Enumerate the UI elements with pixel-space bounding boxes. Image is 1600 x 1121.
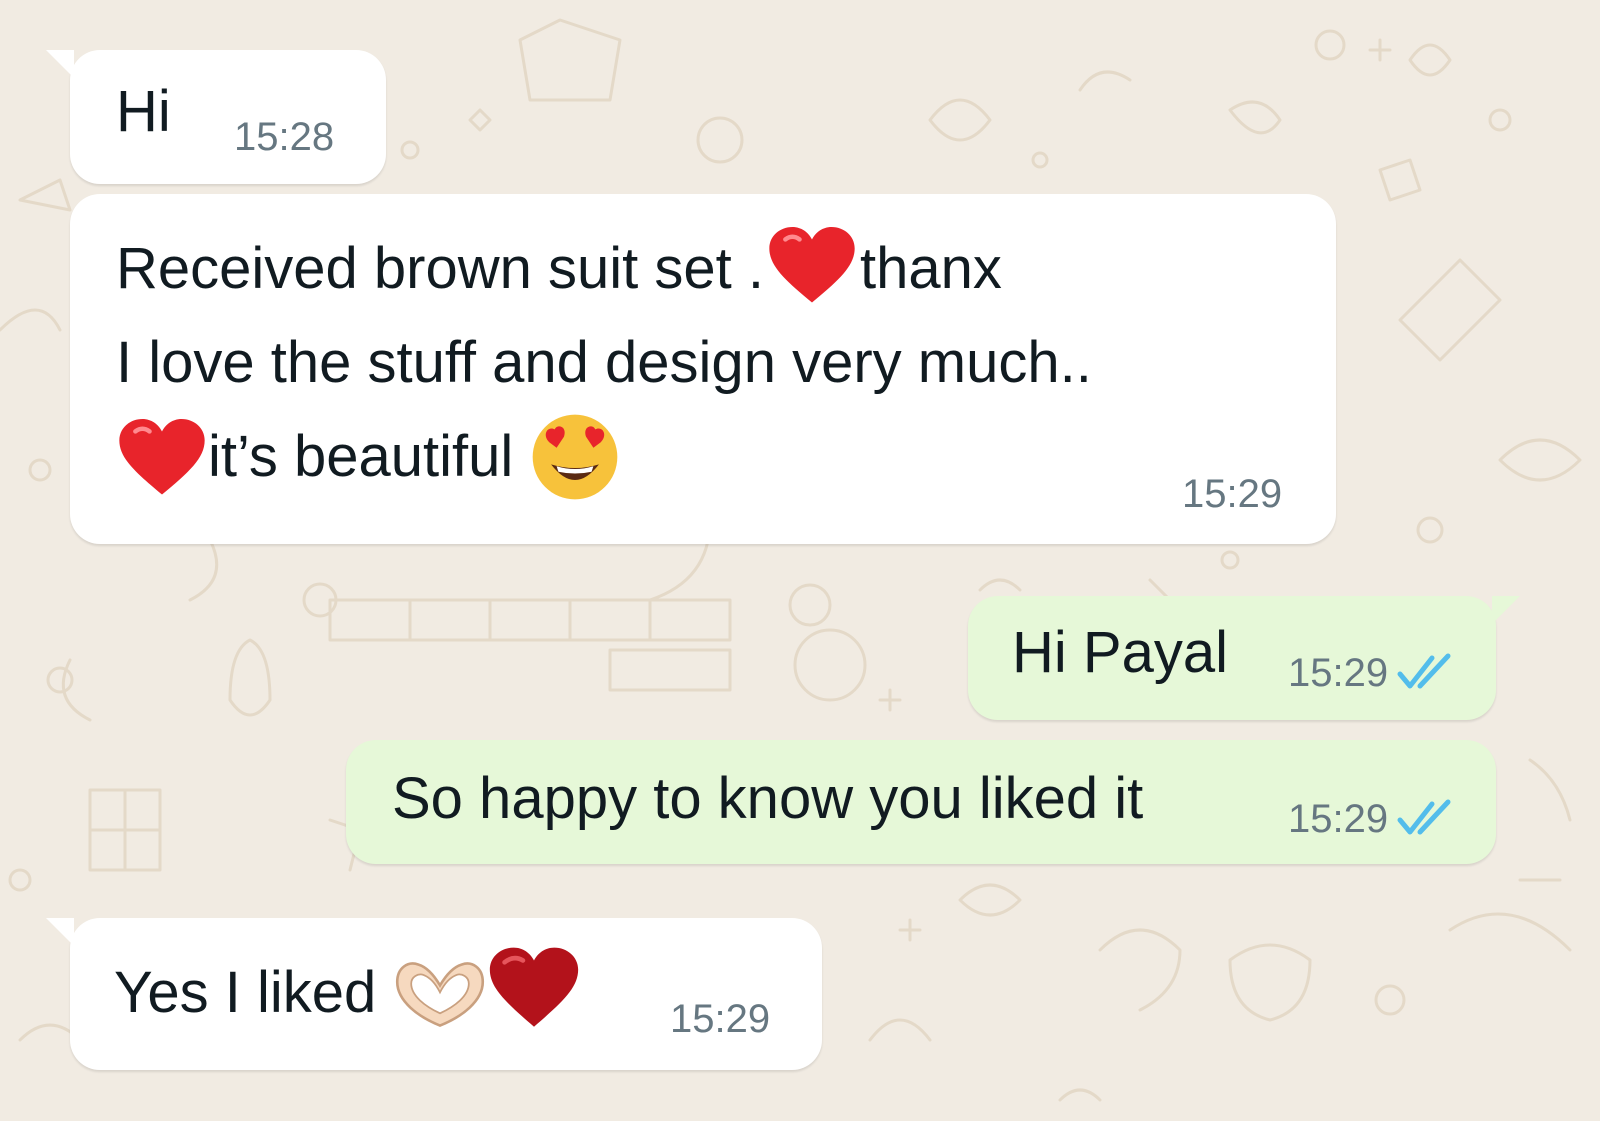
message-timestamp: 15:29 [670, 997, 771, 1041]
message-text: it’s beautiful [208, 424, 530, 489]
message-text: I love the stuff and design very much.. [116, 330, 1092, 395]
read-receipt-icon [1397, 653, 1451, 689]
message-timestamp: 15:29 [1288, 651, 1389, 695]
red-heart-emoji [116, 418, 208, 499]
message-bubble-outgoing[interactable]: So happy to know you liked it 15:29 [346, 740, 1496, 864]
message-line: it’s beautiful [116, 410, 1092, 504]
read-receipt-icon [1397, 799, 1451, 835]
message-text-block: Received brown suit set . thanx I love t… [116, 222, 1092, 504]
message-text: Hi Payal [1012, 620, 1228, 685]
red-heart-emoji [766, 226, 858, 307]
message-text: thanx [859, 236, 1002, 301]
message-text: Hi [116, 79, 171, 144]
heart-eyes-emoji [529, 411, 621, 503]
message-timestamp: 15:28 [234, 115, 335, 159]
message-bubble-incoming[interactable]: Hi 15:28 [46, 50, 386, 184]
message-line: Received brown suit set . thanx [116, 222, 1092, 316]
message-bubble-outgoing[interactable]: Hi Payal 15:29 [968, 596, 1520, 720]
message-line: I love the stuff and design very much.. [116, 316, 1092, 410]
message-timestamp: 15:29 [1182, 472, 1283, 516]
message-text: Received brown suit set . [116, 236, 764, 301]
message-line: Yes I liked [114, 946, 580, 1040]
message-text: So happy to know you liked it [392, 766, 1144, 831]
heart-hands-emoji [392, 955, 488, 1035]
message-text: Yes I liked [114, 960, 393, 1025]
message-bubble-incoming[interactable]: Received brown suit set . thanx I love t… [70, 194, 1336, 544]
message-text-block: Yes I liked [114, 946, 580, 1040]
dark-red-heart-emoji [488, 947, 580, 1031]
message-timestamp: 15:29 [1288, 797, 1389, 841]
message-bubble-incoming[interactable]: Yes I liked 15:29 [46, 918, 822, 1070]
